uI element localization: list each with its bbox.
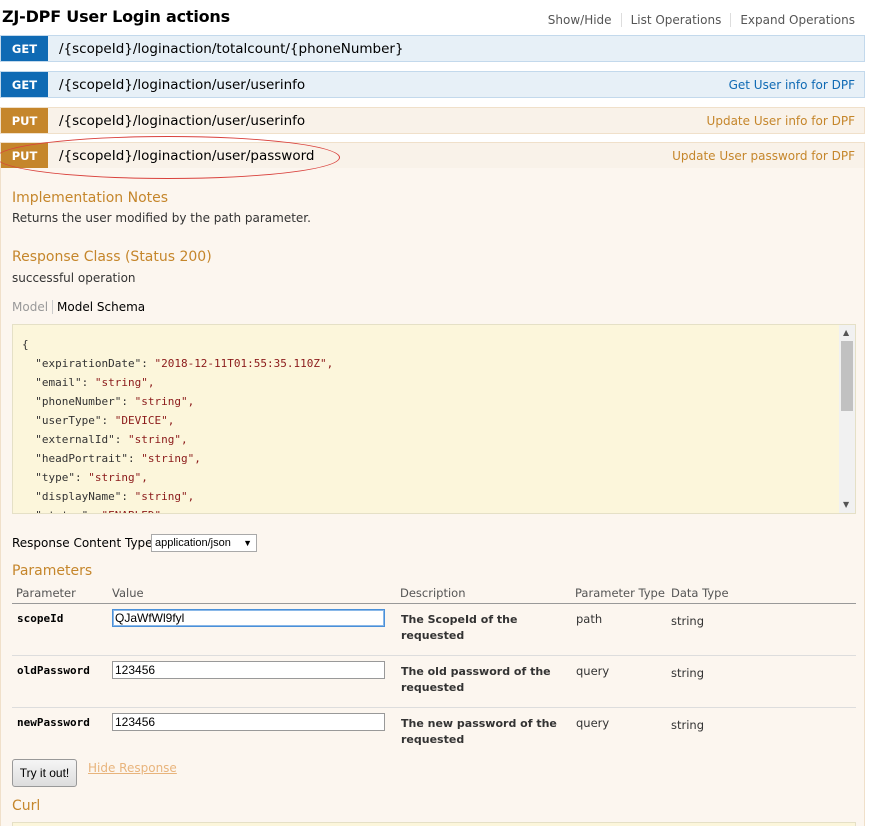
schema-key: "userType": bbox=[22, 414, 115, 427]
implementation-notes-text: Returns the user modified by the path pa… bbox=[12, 211, 311, 225]
model-schema-code: { "expirationDate": "2018-12-11T01:55:35… bbox=[22, 335, 333, 513]
col-value: Value bbox=[112, 586, 144, 600]
data-type: string bbox=[671, 718, 705, 732]
param-name: oldPassword bbox=[17, 664, 90, 677]
scroll-thumb[interactable] bbox=[841, 341, 853, 411]
schema-value: "string", bbox=[134, 490, 195, 503]
model-tabs: Model Model Schema bbox=[12, 300, 145, 314]
schema-line: "type": "string", bbox=[22, 468, 333, 487]
param-name: scopeId bbox=[17, 612, 64, 625]
scroll-up-arrow-icon[interactable]: ▲ bbox=[843, 329, 849, 337]
schema-line: "headPortrait": "string", bbox=[22, 449, 333, 468]
table-row: oldPassword 123456 The old password of t… bbox=[12, 656, 856, 708]
param-type: query bbox=[576, 664, 610, 678]
schema-line: "status": "ENABLED", bbox=[22, 506, 333, 513]
operation-get-totalcount[interactable]: GET /{scopeId}/loginaction/totalcount/{p… bbox=[0, 35, 865, 62]
schema-line: "phoneNumber": "string", bbox=[22, 392, 333, 411]
schema-scrollbar[interactable]: ▲ ▼ bbox=[839, 325, 855, 513]
section-links: Show/Hide List Operations Expand Operati… bbox=[539, 13, 855, 27]
operation-content-panel: Implementation Notes Returns the user mo… bbox=[0, 168, 865, 826]
schema-key: "expirationDate": bbox=[22, 357, 155, 370]
param-type: path bbox=[576, 612, 603, 626]
implementation-notes-heading: Implementation Notes bbox=[12, 190, 169, 206]
param-name: newPassword bbox=[17, 716, 90, 729]
table-row: newPassword 123456 The new password of t… bbox=[12, 708, 856, 760]
operation-get-userinfo[interactable]: GET /{scopeId}/loginaction/user/userinfo… bbox=[0, 71, 865, 98]
http-method-badge[interactable]: PUT bbox=[1, 108, 48, 133]
table-row: scopeId QJaWfWl9fyl The ScopeId of the r… bbox=[12, 604, 856, 656]
hide-response-link[interactable]: Hide Response bbox=[88, 761, 177, 775]
operation-put-password[interactable]: PUT /{scopeId}/loginaction/user/password… bbox=[0, 142, 865, 169]
tab-model[interactable]: Model bbox=[12, 300, 54, 314]
chevron-down-icon: ▼ bbox=[243, 538, 252, 548]
schema-value: "string", bbox=[134, 395, 195, 408]
param-description: The ScopeId of the requested bbox=[401, 613, 518, 642]
curl-heading: Curl bbox=[12, 798, 41, 814]
operation-path[interactable]: /{scopeId}/loginaction/user/password bbox=[59, 148, 315, 164]
scroll-down-arrow-icon[interactable]: ▼ bbox=[843, 501, 849, 509]
response-class-heading: Response Class (Status 200) bbox=[12, 249, 212, 265]
operation-path[interactable]: /{scopeId}/loginaction/totalcount/{phone… bbox=[59, 41, 404, 57]
schema-line: "userType": "DEVICE", bbox=[22, 411, 333, 430]
expand-operations-link[interactable]: Expand Operations bbox=[731, 13, 855, 27]
try-it-out-button[interactable]: Try it out! bbox=[12, 759, 77, 787]
new-password-input[interactable]: 123456 bbox=[112, 713, 385, 731]
schema-key: "phoneNumber": bbox=[22, 395, 135, 408]
operation-put-userinfo[interactable]: PUT /{scopeId}/loginaction/user/userinfo… bbox=[0, 107, 865, 134]
schema-value: "2018-12-11T01:55:35.110Z", bbox=[154, 357, 334, 370]
data-type: string bbox=[671, 614, 705, 628]
list-operations-link[interactable]: List Operations bbox=[622, 13, 732, 27]
col-parameter-type: Parameter Type bbox=[575, 586, 665, 600]
http-method-badge[interactable]: GET bbox=[1, 72, 48, 97]
col-description: Description bbox=[400, 586, 466, 600]
param-type: query bbox=[576, 716, 610, 730]
param-description: The old password of the requested bbox=[401, 665, 551, 694]
parameters-table-header: Parameter Value Description Parameter Ty… bbox=[12, 586, 856, 604]
operation-path[interactable]: /{scopeId}/loginaction/user/userinfo bbox=[59, 113, 305, 129]
schema-key: "status": bbox=[22, 509, 101, 513]
show-hide-link[interactable]: Show/Hide bbox=[539, 13, 622, 27]
schema-key: "displayName": bbox=[22, 490, 135, 503]
schema-value: "string", bbox=[141, 452, 201, 465]
http-method-badge[interactable]: PUT bbox=[1, 143, 48, 168]
schema-value: "ENABLED", bbox=[101, 509, 167, 513]
schema-key: "email": bbox=[22, 376, 95, 389]
operation-summary[interactable]: Update User password for DPF bbox=[672, 149, 855, 163]
schema-line: "email": "string", bbox=[22, 373, 333, 392]
schema-line: { bbox=[22, 335, 333, 354]
schema-value: "DEVICE", bbox=[114, 414, 175, 427]
select-value: application/json bbox=[155, 537, 231, 549]
schema-value: "string", bbox=[127, 433, 188, 446]
model-schema-box[interactable]: { "expirationDate": "2018-12-11T01:55:35… bbox=[12, 324, 856, 514]
schema-key: "type": bbox=[22, 471, 89, 484]
operation-path[interactable]: /{scopeId}/loginaction/user/userinfo bbox=[59, 77, 305, 93]
operation-summary[interactable]: Update User info for DPF bbox=[707, 114, 855, 128]
response-content-type-label: Response Content Type bbox=[12, 536, 153, 550]
tab-model-schema[interactable]: Model Schema bbox=[53, 300, 145, 314]
scopeid-input[interactable]: QJaWfWl9fyl bbox=[112, 609, 385, 627]
schema-value: "string", bbox=[88, 471, 148, 484]
response-class-text: successful operation bbox=[12, 271, 136, 285]
schema-line: "displayName": "string", bbox=[22, 487, 333, 506]
col-data-type: Data Type bbox=[671, 586, 729, 600]
schema-key: { bbox=[22, 338, 29, 351]
schema-key: "externalId": bbox=[22, 433, 128, 446]
curl-box bbox=[12, 822, 856, 826]
http-method-badge[interactable]: GET bbox=[1, 36, 48, 61]
operation-summary[interactable]: Get User info for DPF bbox=[729, 78, 855, 92]
schema-value: "string", bbox=[94, 376, 155, 389]
data-type: string bbox=[671, 666, 705, 680]
parameters-heading: Parameters bbox=[12, 563, 93, 579]
old-password-input[interactable]: 123456 bbox=[112, 661, 385, 679]
section-title: ZJ-DPF User Login actions bbox=[2, 7, 230, 26]
col-parameter: Parameter bbox=[16, 586, 76, 600]
response-content-type-select[interactable]: application/json ▼ bbox=[151, 534, 257, 552]
schema-line: "expirationDate": "2018-12-11T01:55:35.1… bbox=[22, 354, 333, 373]
param-description: The new password of the requested bbox=[401, 717, 557, 746]
schema-key: "headPortrait": bbox=[22, 452, 142, 465]
schema-line: "externalId": "string", bbox=[22, 430, 333, 449]
